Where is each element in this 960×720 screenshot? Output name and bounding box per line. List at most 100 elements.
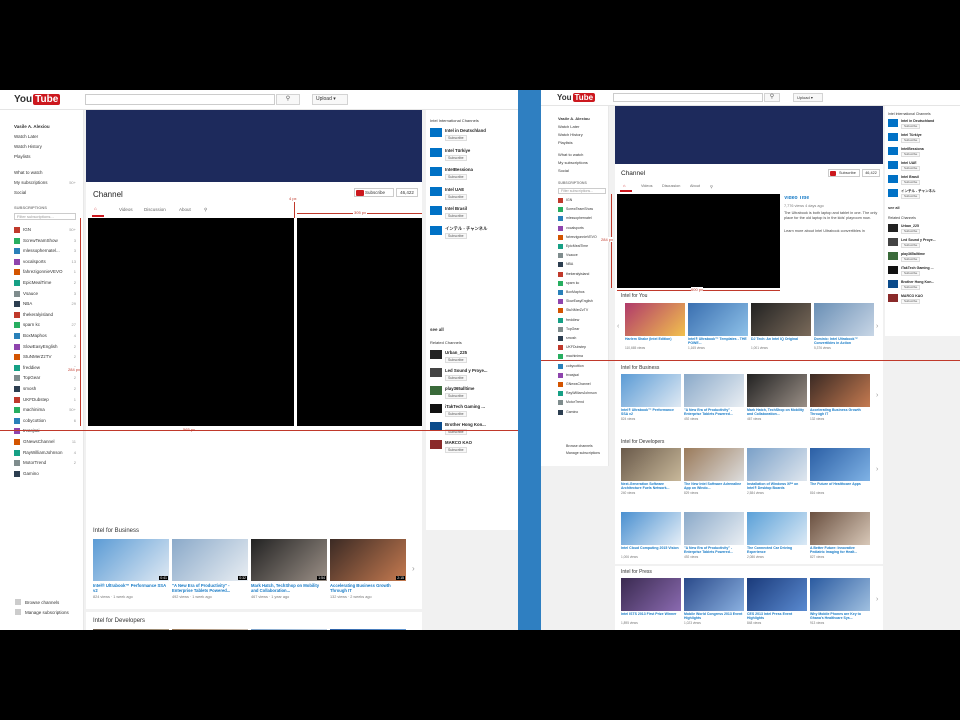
chevron-right-icon[interactable]: › xyxy=(876,466,878,473)
channel-name[interactable]: Intel Brasil xyxy=(901,175,919,179)
sidebar-item-subscription[interactable]: EpicMealTime xyxy=(566,244,588,248)
video-title-link[interactable]: Dominic: Intel Ultrabook™ Convertibles i… xyxy=(814,337,874,346)
video-title-link[interactable]: "A New Era of Productivity" - Enterprise… xyxy=(172,583,248,593)
video-title-link[interactable]: DJ Tech: An Intel IQ Original xyxy=(751,337,811,346)
sidebar-item-subscription[interactable]: thekeralyisland xyxy=(23,312,53,317)
youtube-logo[interactable]: You Tube xyxy=(557,93,596,102)
browse-channels-link[interactable]: Browse channels xyxy=(566,444,593,448)
video-thumbnail[interactable] xyxy=(747,374,807,407)
sidebar-item-subscription[interactable]: smosh xyxy=(23,386,36,391)
sidebar-item-subscription[interactable]: trvasjsai xyxy=(566,373,579,377)
youtube-logo[interactable]: You Tube xyxy=(14,94,61,105)
channel-name[interactable]: MARCO KAO xyxy=(445,440,472,445)
sidebar-item-subscription[interactable]: cobycottion xyxy=(566,364,584,368)
sidebar-item-nav[interactable]: Playlists xyxy=(558,140,573,145)
video-player[interactable] xyxy=(88,218,294,426)
video-thumbnail[interactable] xyxy=(625,303,685,336)
sidebar-item-nav[interactable]: Watch Later xyxy=(14,134,38,139)
chevron-right-icon[interactable]: › xyxy=(876,596,878,603)
home-icon[interactable]: ⌂ xyxy=(623,183,625,188)
channel-name[interactable]: InteIBessiona xyxy=(445,167,473,172)
channel-name[interactable]: MARCO KAO xyxy=(901,294,923,298)
video-thumbnail[interactable] xyxy=(684,512,744,545)
video-thumbnail[interactable] xyxy=(684,374,744,407)
sidebar-item-subscription[interactable]: SlowEasyEnglish xyxy=(566,299,593,303)
video-thumbnail[interactable] xyxy=(684,578,744,611)
video-thumbnail[interactable] xyxy=(747,578,807,611)
sidebar-item-social[interactable]: Social xyxy=(558,168,569,173)
filter-subscriptions-input[interactable]: Filter subscriptions... xyxy=(558,188,606,194)
sidebar-item-subscription[interactable]: StuNMerZzTV xyxy=(566,308,588,312)
video-title-link[interactable]: The Connected Car Driving Experience xyxy=(747,546,807,555)
upload-button[interactable]: Upload ▾ xyxy=(793,93,823,102)
subscribe-small-button[interactable]: Subscribe xyxy=(901,194,921,199)
sidebar-item-subscription[interactable]: freddiew xyxy=(23,365,40,370)
subscribe-small-button[interactable]: Subscribe xyxy=(901,243,921,248)
sidebar-item-subscription[interactable]: smosh xyxy=(566,336,576,340)
channel-name[interactable]: Urban_225 xyxy=(901,224,919,228)
sidebar-item-subscription[interactable]: machinima xyxy=(23,407,45,412)
subscribe-small-button[interactable]: Subscribe xyxy=(901,152,921,157)
chevron-right-icon[interactable]: › xyxy=(876,323,878,330)
subscribe-small-button[interactable]: Subscribe xyxy=(901,299,921,304)
chevron-right-icon[interactable]: › xyxy=(412,564,415,573)
sidebar-item-subscription[interactable]: vocalsports xyxy=(23,259,46,264)
channel-name[interactable]: Intel Türkiye xyxy=(445,148,470,153)
sidebar-item-subscription[interactable]: vocalsports xyxy=(566,226,584,230)
video-title-link[interactable]: Harlem Shake (Intel Edition) xyxy=(625,337,685,346)
video-thumbnail[interactable] xyxy=(621,448,681,481)
browse-channels-link[interactable]: Browse channels xyxy=(25,600,59,605)
video-thumbnail[interactable] xyxy=(814,303,874,336)
chevron-left-icon[interactable]: ‹ xyxy=(617,323,619,330)
subscribe-button[interactable]: Subscribe xyxy=(354,188,394,197)
video-title-link[interactable]: Mark Hatch, TechShop on Mobility and Col… xyxy=(747,408,807,417)
video-thumbnail[interactable] xyxy=(810,512,870,545)
sidebar-item-subscription[interactable]: mlessophernatel... xyxy=(23,248,60,253)
video-title-link[interactable]: A Better Future: Innovative Pediatric Im… xyxy=(810,546,870,555)
subscribe-small-button[interactable]: Subscribe xyxy=(445,232,467,239)
tab-videos[interactable]: Videos xyxy=(119,207,133,212)
video-thumbnail[interactable] xyxy=(621,374,681,407)
sidebar-item-subscription[interactable]: Vsauce xyxy=(566,253,578,257)
filter-subscriptions-input[interactable]: Filter subscriptions... xyxy=(14,213,76,220)
channel-name[interactable]: Intel Brasil xyxy=(445,206,467,211)
sidebar-item-subscription[interactable]: fahrezigonnieVEVO xyxy=(23,269,63,274)
chevron-right-icon[interactable]: › xyxy=(876,392,878,399)
sidebar-item-subscription[interactable]: NBA xyxy=(23,301,32,306)
channel-name[interactable]: Urban_225 xyxy=(445,350,467,355)
channel-name[interactable]: play365alltime xyxy=(445,386,474,391)
see-all-link[interactable]: see all xyxy=(888,206,900,210)
search-input[interactable] xyxy=(613,93,763,102)
sidebar-item-nav[interactable]: Watch History xyxy=(558,132,583,137)
subscribe-small-button[interactable]: Subscribe xyxy=(901,138,921,143)
sidebar-item-what-to-watch[interactable]: What to watch xyxy=(14,170,43,175)
subscribe-small-button[interactable]: Subscribe xyxy=(901,166,921,171)
video-thumbnail[interactable] xyxy=(621,578,681,611)
video-title-link[interactable]: The Future of Healthcare Apps xyxy=(810,482,870,491)
video-thumbnail[interactable] xyxy=(684,448,744,481)
video-title-link[interactable]: The New Intel Software Adrenaline App on… xyxy=(684,482,744,491)
sidebar-item-subscription[interactable]: MotorTrend xyxy=(566,400,584,404)
subscribe-small-button[interactable]: Subscribe xyxy=(445,213,467,219)
subscribe-small-button[interactable]: Subscribe xyxy=(901,124,921,129)
video-player[interactable] xyxy=(617,194,780,288)
sidebar-item-nav[interactable]: Watch Later xyxy=(558,124,579,129)
tab-discussion[interactable]: Discussion xyxy=(144,207,166,212)
sidebar-item-subscription[interactable]: IGN xyxy=(566,198,572,202)
tab-about[interactable]: About xyxy=(690,184,700,188)
video-title-link[interactable]: Next-Generation Software Architecture Fu… xyxy=(621,482,681,491)
manage-subscriptions-link[interactable]: Manage subscriptions xyxy=(25,610,69,615)
subscribe-small-button[interactable]: Subscribe xyxy=(445,154,467,161)
sidebar-item-subscription[interactable]: fahrezigonnieVEVO xyxy=(566,235,597,239)
channel-name[interactable]: Intel UAE xyxy=(445,187,464,192)
video-thumbnail[interactable] xyxy=(621,512,681,545)
subscribe-small-button[interactable]: Subscribe xyxy=(445,135,467,141)
channel-name[interactable]: インテル - チャンネル xyxy=(445,226,487,232)
sidebar-item-subscription[interactable]: SlowEasyEnglish xyxy=(23,344,58,349)
video-thumbnail[interactable] xyxy=(688,303,748,336)
sidebar-item-my-subscriptions[interactable]: My subscriptions xyxy=(14,180,48,185)
video-title-link[interactable]: "A New Era of Productivity" - Enterprise… xyxy=(684,546,744,555)
subscribe-small-button[interactable]: Subscribe xyxy=(445,411,467,417)
video-title-link[interactable]: Why Mobile Phones are Key to Ghana's Hea… xyxy=(810,612,870,621)
sidebar-item-subscription[interactable]: TopGear xyxy=(23,375,40,380)
